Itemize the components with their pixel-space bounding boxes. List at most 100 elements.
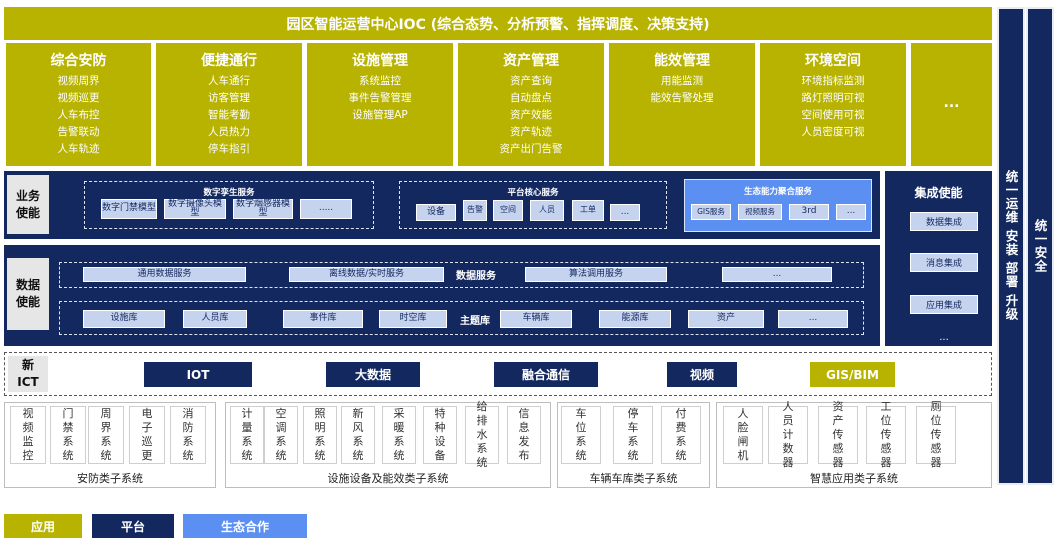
twin-chip[interactable]: 数字门禁模型 xyxy=(101,199,157,219)
data-service-chip[interactable]: ... xyxy=(722,267,832,282)
application-integration-button[interactable]: 应用集成 xyxy=(910,295,978,314)
app-energy-column[interactable]: 能效管理 用能监测 能效告警处理 xyxy=(609,43,755,166)
subsystem-item-label: 特种设备 xyxy=(434,407,446,462)
eco-chip[interactable]: 3rd xyxy=(789,204,829,220)
data-services-label: 数据服务 xyxy=(456,270,496,282)
topic-chip[interactable]: ... xyxy=(778,310,848,328)
app-item[interactable]: 视频周界 xyxy=(58,73,100,90)
ict-video[interactable]: 视频 xyxy=(667,362,737,387)
eco-chip[interactable]: 视频服务 xyxy=(738,204,782,220)
subsystem-item-label: 给排水系统 xyxy=(476,400,488,469)
subsystem-item[interactable]: 照明系统 xyxy=(303,406,337,464)
ict-unified-comm[interactable]: 融合通信 xyxy=(494,362,598,387)
topic-chip[interactable]: 能源库 xyxy=(599,310,671,328)
subsystem-item[interactable]: 视频监控 xyxy=(10,406,46,464)
app-item[interactable]: 告警联动 xyxy=(58,124,100,141)
subsystem-item[interactable]: 付费系统 xyxy=(661,406,701,464)
core-chip[interactable]: 告警 xyxy=(463,200,487,221)
topic-chip[interactable]: 车辆库 xyxy=(500,310,572,328)
ict-gis-bim[interactable]: GIS/BIM xyxy=(810,362,895,387)
subsystem-item[interactable]: 车位系统 xyxy=(561,406,601,464)
integration-title: 集成使能 xyxy=(914,185,963,200)
subsystem-item-label: 人脸闸机 xyxy=(737,407,749,462)
subsystem-item[interactable]: 采暖系统 xyxy=(382,406,416,464)
app-item[interactable]: 资产效能 xyxy=(510,107,552,124)
subsystem-item[interactable]: 人员计数器 xyxy=(768,400,808,469)
app-item[interactable]: 人员热力 xyxy=(208,124,250,141)
core-chip[interactable]: 空间 xyxy=(493,200,523,221)
app-item[interactable]: 资产出门告警 xyxy=(500,141,563,158)
integration-more: ... xyxy=(939,331,949,343)
app-item[interactable]: 人员密度可视 xyxy=(802,124,865,141)
app-item[interactable]: 停车指引 xyxy=(208,141,250,158)
app-item[interactable]: 智能考勤 xyxy=(208,107,250,124)
app-item[interactable]: 用能监测 xyxy=(661,73,703,90)
app-item[interactable]: 空间使用可视 xyxy=(802,107,865,124)
topic-chip[interactable]: 事件库 xyxy=(283,310,363,328)
topic-chip[interactable]: 人员库 xyxy=(183,310,247,328)
subsystem-item[interactable]: 给排水系统 xyxy=(465,400,499,469)
twin-chip[interactable]: 数字摄像头模型 xyxy=(164,199,226,219)
app-security-column[interactable]: 综合安防 视频周界 视频巡更 人车布控 告警联动 人车轨迹 xyxy=(6,43,151,166)
ict-iot[interactable]: IOT xyxy=(144,362,252,387)
data-service-chip[interactable]: 通用数据服务 xyxy=(83,267,246,282)
core-chip[interactable]: 工单 xyxy=(572,200,604,221)
eco-chip[interactable]: ... xyxy=(836,204,866,220)
topic-library-label: 主题库 xyxy=(460,315,490,327)
topic-chip[interactable]: 设施库 xyxy=(83,310,165,328)
subsystem-item[interactable]: 消防系统 xyxy=(170,406,206,464)
core-chip[interactable]: ... xyxy=(610,204,640,221)
platform-core-title: 平台核心服务 xyxy=(507,188,559,198)
subsystem-item[interactable]: 人脸闸机 xyxy=(723,406,763,464)
app-access-column[interactable]: 便捷通行 人车通行 访客管理 智能考勤 人员热力 停车指引 xyxy=(156,43,302,166)
app-item[interactable]: 访客管理 xyxy=(208,90,250,107)
core-chip[interactable]: 人员 xyxy=(530,200,564,221)
twin-chip[interactable]: 数字烟感器模型 xyxy=(233,199,293,219)
subsystem-item[interactable]: 资产传感器 xyxy=(818,400,858,469)
app-title: ... xyxy=(943,95,960,111)
legend-platform: 平台 xyxy=(92,514,174,538)
app-item[interactable]: 自动盘点 xyxy=(510,90,552,107)
app-item[interactable]: 资产轨迹 xyxy=(510,124,552,141)
app-environment-column[interactable]: 环境空间 环境指标监测 路灯照明可视 空间使用可视 人员密度可视 xyxy=(760,43,906,166)
subsystem-item[interactable]: 空调系统 xyxy=(264,406,298,464)
message-integration-button[interactable]: 消息集成 xyxy=(910,253,978,272)
unified-security-bar: 统一安全 xyxy=(1026,7,1054,485)
topic-chip[interactable]: 时空库 xyxy=(379,310,447,328)
app-facility-column[interactable]: 设施管理系统监控 事件告警管理 设施管理AP xyxy=(307,43,453,166)
data-service-chip[interactable]: 离线数据/实时服务 xyxy=(289,267,444,282)
app-item[interactable]: 事件告警管理 xyxy=(349,90,412,107)
app-item[interactable]: 系统监控 xyxy=(359,73,401,90)
subsystem-item[interactable]: 停车系统 xyxy=(613,406,653,464)
app-item[interactable]: 能效告警处理 xyxy=(651,90,714,107)
eco-chip[interactable]: GIS服务 xyxy=(691,204,731,220)
data-service-chip[interactable]: 算法调用服务 xyxy=(525,267,667,282)
subsystem-item[interactable]: 工位传感器 xyxy=(866,400,906,469)
subsystem-item[interactable]: 信息发布 xyxy=(507,406,541,464)
subsystem-item[interactable]: 特种设备 xyxy=(423,406,457,464)
app-title: 设施管理 xyxy=(352,53,408,69)
subsystem-item[interactable]: 厕位传感器 xyxy=(916,400,956,469)
ict-big-data[interactable]: 大数据 xyxy=(326,362,420,387)
subsystem-item[interactable]: 计量系统 xyxy=(230,406,264,464)
app-item[interactable]: 人车通行 xyxy=(208,73,250,90)
app-item[interactable]: 人车布控 xyxy=(58,107,100,124)
subsystem-item-label: 视频监控 xyxy=(22,407,34,462)
subsystem-item[interactable]: 新风系统 xyxy=(341,406,375,464)
app-item[interactable]: 路灯照明可视 xyxy=(802,90,865,107)
subsystem-item[interactable]: 周界系统 xyxy=(88,406,124,464)
app-item[interactable]: 设施管理AP xyxy=(352,107,408,124)
app-item[interactable]: 视频巡更 xyxy=(58,90,100,107)
subsystem-item-label: 停车系统 xyxy=(627,407,639,462)
subsystem-item[interactable]: 门禁系统 xyxy=(50,406,86,464)
topic-chip[interactable]: 资产 xyxy=(688,310,764,328)
app-item[interactable]: 资产查询 xyxy=(510,73,552,90)
app-item[interactable]: 人车轨迹 xyxy=(58,141,100,158)
subsystem-item[interactable]: 电子巡更 xyxy=(129,406,165,464)
core-chip[interactable]: 设备 xyxy=(416,204,456,221)
data-integration-button[interactable]: 数据集成 xyxy=(910,212,978,231)
app-more-column[interactable]: ... xyxy=(911,43,992,166)
twin-chip[interactable]: ..... xyxy=(300,199,352,219)
app-asset-column[interactable]: 资产管理 资产查询 自动盘点 资产效能 资产轨迹 资产出门告警 xyxy=(458,43,604,166)
app-item[interactable]: 环境指标监测 xyxy=(802,73,865,90)
